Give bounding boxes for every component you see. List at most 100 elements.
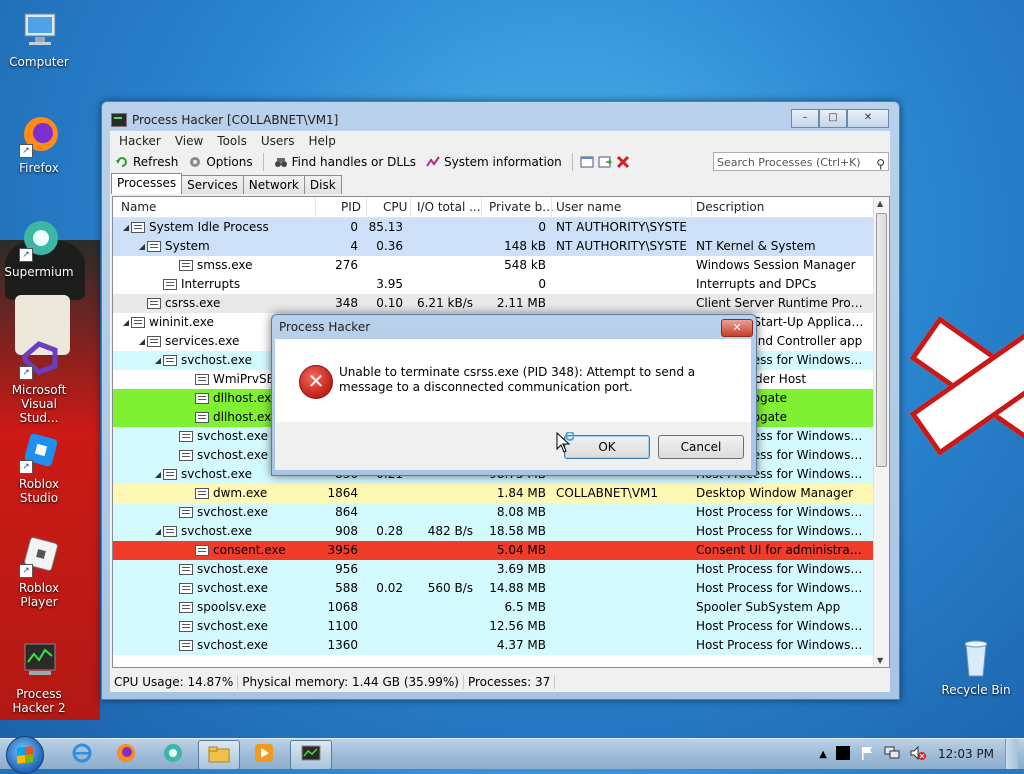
process-pid: 864 <box>335 505 358 519</box>
process-pid: 4 <box>350 239 358 253</box>
process-pid: 1864 <box>327 486 358 500</box>
process-window-icon <box>131 317 145 328</box>
shortcut-arrow-icon: ↗ <box>19 144 33 158</box>
network-icon[interactable] <box>883 745 901 764</box>
tree-expand-icon[interactable]: ◢ <box>137 332 147 351</box>
taskbar-file-explorer[interactable] <box>198 740 240 770</box>
close-button[interactable]: ✕ <box>847 109 889 128</box>
tab-processes[interactable]: Processes <box>111 173 183 194</box>
table-row[interactable]: spoolsv.exe 1068 6.5 MB Spooler SubSystem A… <box>113 598 873 617</box>
column-name[interactable]: Name <box>121 200 156 214</box>
menu-view[interactable]: View <box>168 134 210 148</box>
tree-expand-icon[interactable]: ◢ <box>121 218 131 237</box>
minimize-button[interactable]: – <box>791 109 819 128</box>
desktop-icon-roblox-player[interactable]: ↗ Roblox Player <box>1 534 77 609</box>
taskbar-internet-explorer[interactable] <box>62 740 102 768</box>
process-name: System <box>165 239 210 253</box>
tab-disk[interactable]: Disk <box>303 175 342 194</box>
toolbar-separator <box>571 153 573 171</box>
tree-expand-icon[interactable]: ◢ <box>121 313 131 332</box>
tree-expand-icon[interactable]: ◢ <box>137 237 147 256</box>
table-row[interactable]: svchost.exe 956 3.69 MB Host Process for Wi… <box>113 560 873 579</box>
vertical-scrollbar[interactable]: ▲ ▼ <box>873 197 889 667</box>
dialog-close-button[interactable]: ✕ <box>721 319 753 337</box>
volume-muted-icon[interactable] <box>909 745 927 764</box>
table-row[interactable]: Interrupts 3.95 0 Interrupts and DPCs <box>113 275 873 294</box>
desktop-icon-roblox-studio[interactable]: ↗ Roblox Studio <box>1 430 77 505</box>
process-pid: 956 <box>335 562 358 576</box>
process-name: wininit.exe <box>149 315 214 329</box>
refresh-button[interactable]: Refresh <box>112 155 181 169</box>
menu-hacker[interactable]: Hacker <box>112 134 168 148</box>
desktop-icon-visual-studio[interactable]: ↗ Microsoft Visual Stud... <box>1 336 77 425</box>
taskbar-media-player[interactable] <box>244 740 284 768</box>
process-window-icon <box>195 545 209 556</box>
tab-network[interactable]: Network <box>242 175 305 194</box>
desktop-icon-recycle-bin[interactable]: Recycle Bin <box>938 636 1014 697</box>
process-name: dllhost.exe <box>213 391 279 405</box>
desktop-icon-process-hacker[interactable]: Process Hacker 2 <box>1 640 77 715</box>
process-private-bytes: 2.11 MB <box>496 296 546 310</box>
table-row[interactable]: smss.exe 276 548 kB Windows Session Manager <box>113 256 873 275</box>
maximize-button[interactable]: □ <box>819 109 847 128</box>
action-center-flag-icon[interactable] <box>859 745 875 764</box>
table-row[interactable]: dwm.exe 1864 1.84 MB COLLABNET\VM1 Desktop W… <box>113 484 873 503</box>
process-private-bytes: 0 <box>538 277 546 291</box>
scroll-down-arrow-icon[interactable]: ▼ <box>877 656 883 665</box>
process-window-icon <box>131 222 145 233</box>
process-description: Host Process for Windows Ser... <box>696 638 866 652</box>
window-go-icon[interactable] <box>598 155 612 169</box>
ok-button[interactable]: OK <box>564 435 650 459</box>
scroll-up-arrow-icon[interactable]: ▲ <box>877 199 883 208</box>
column-private-bytes[interactable]: Private b... <box>489 200 554 214</box>
tree-expand-icon[interactable]: ◢ <box>153 522 163 541</box>
taskbar-clock[interactable]: 12:03 PM <box>935 747 997 761</box>
show-desktop-button[interactable] <box>1005 739 1018 769</box>
process-description: NT Kernel & System <box>696 239 816 253</box>
table-row[interactable]: ◢ svchost.exe 908 0.28 482 B/s 18.58 MB Host P… <box>113 522 873 541</box>
tab-services[interactable]: Services <box>181 175 244 194</box>
search-icon[interactable]: ⚲ <box>876 155 885 174</box>
desktop-icon-firefox[interactable]: ↗ Firefox <box>1 114 77 175</box>
table-row[interactable]: svchost.exe 864 8.08 MB Host Process for Wi… <box>113 503 873 522</box>
scrollbar-thumb[interactable] <box>876 213 887 467</box>
column-description[interactable]: Description <box>696 200 764 214</box>
desktop-icon-supermium[interactable]: ↗ Supermium <box>1 218 77 279</box>
process-hacker-tray-icon[interactable] <box>835 745 851 764</box>
menu-users[interactable]: Users <box>254 134 302 148</box>
show-hidden-icons-icon[interactable]: ▲ <box>819 749 827 760</box>
options-button[interactable]: Options <box>185 155 255 169</box>
menu-tools[interactable]: Tools <box>210 134 254 148</box>
taskbar-process-hacker[interactable] <box>290 740 332 770</box>
cancel-button[interactable]: Cancel <box>658 435 744 459</box>
window-title-bar[interactable]: Process Hacker [COLLABNET\VM1] <box>111 111 338 129</box>
search-input[interactable]: Search Processes (Ctrl+K) ⚲ <box>713 152 889 171</box>
table-row[interactable]: svchost.exe 1100 12.56 MB Host Process for … <box>113 617 873 636</box>
system-information-button[interactable]: System information <box>423 155 565 169</box>
column-pid[interactable]: PID <box>341 200 361 214</box>
column-io-total[interactable]: I/O total ... <box>417 200 481 214</box>
table-row[interactable]: ◢ System Idle Process 0 85.13 0 NT AUTHORITY\… <box>113 218 873 237</box>
table-row[interactable]: svchost.exe 1360 4.37 MB Host Process for W… <box>113 636 873 655</box>
process-window-icon <box>179 564 193 575</box>
table-row[interactable]: consent.exe 3956 5.04 MB Consent UI for adm… <box>113 541 873 560</box>
column-user-name[interactable]: User name <box>556 200 621 214</box>
table-row[interactable]: ◢ System 4 0.36 148 kB NT AUTHORITY\SYSTEM NT … <box>113 237 873 256</box>
process-hacker-app-icon <box>111 113 127 127</box>
taskbar-firefox[interactable] <box>106 740 146 768</box>
column-cpu[interactable]: CPU <box>383 200 407 214</box>
error-dialog[interactable]: Process Hacker ✕ ✕ Unable to terminate c… <box>271 314 757 476</box>
window-icon[interactable] <box>580 155 594 169</box>
menu-help[interactable]: Help <box>301 134 342 148</box>
process-cpu: 0.02 <box>376 581 403 595</box>
table-row[interactable]: svchost.exe 588 0.02 560 B/s 14.88 MB Host Pr… <box>113 579 873 598</box>
tree-expand-icon[interactable]: ◢ <box>153 465 163 484</box>
taskbar-supermium[interactable] <box>153 740 193 768</box>
shortcut-arrow-icon: ↗ <box>19 248 33 262</box>
desktop-icon-computer[interactable]: Computer <box>1 8 77 69</box>
table-row[interactable]: csrss.exe 348 0.10 6.21 kB/s 2.11 MB Client S… <box>113 294 873 313</box>
start-button[interactable] <box>6 736 44 774</box>
terminate-icon[interactable] <box>616 155 630 169</box>
find-handles-button[interactable]: Find handles or DLLs <box>271 155 419 169</box>
tree-expand-icon[interactable]: ◢ <box>153 351 163 370</box>
